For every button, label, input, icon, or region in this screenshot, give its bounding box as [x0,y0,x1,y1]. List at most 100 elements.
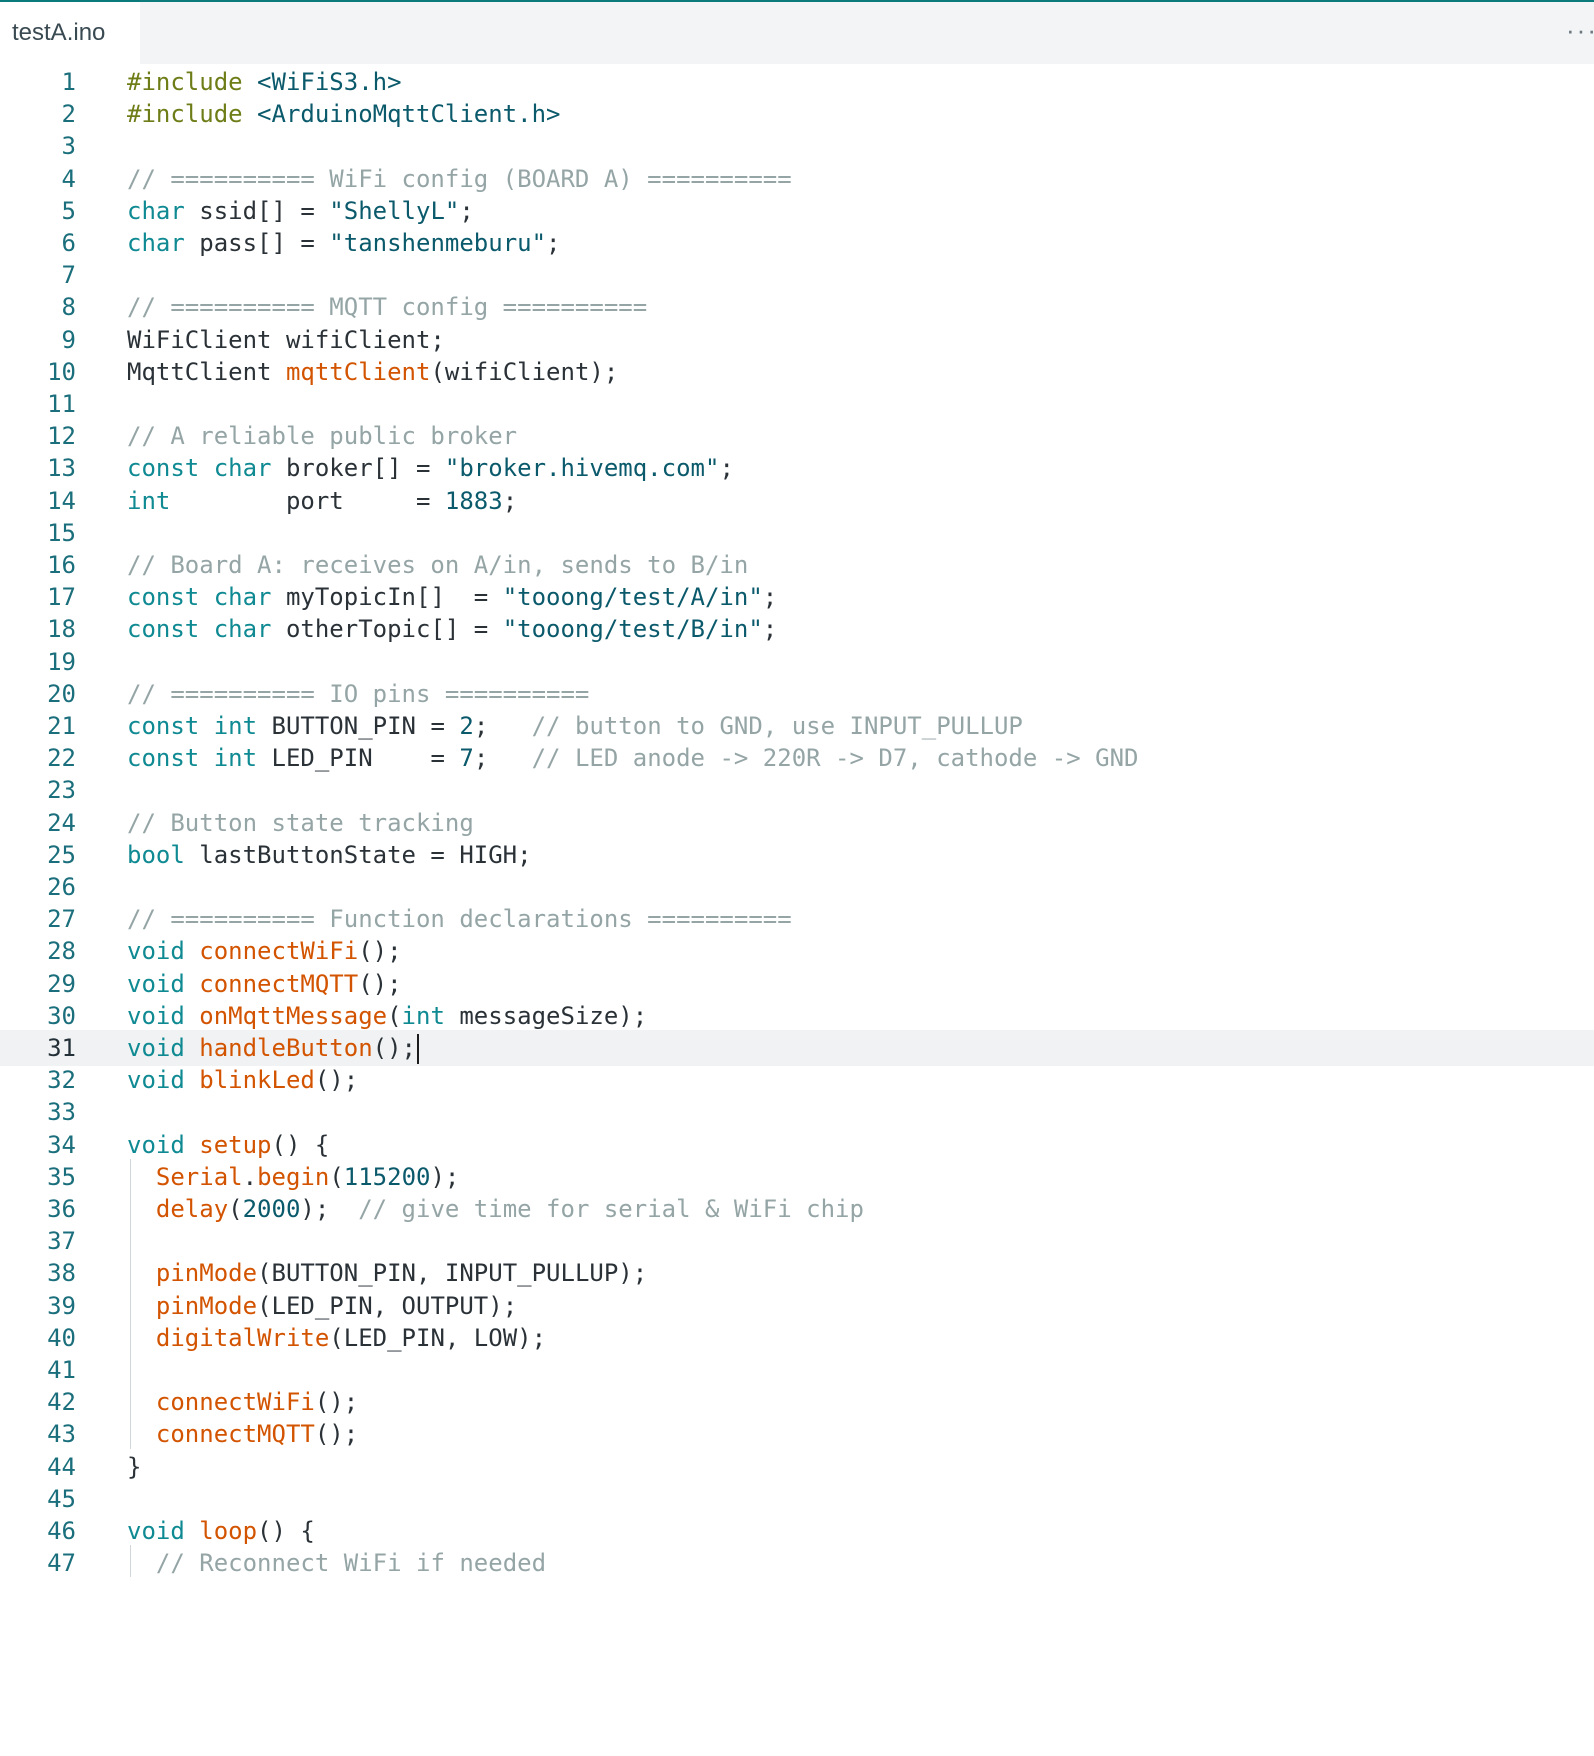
code-line[interactable]: 12 // A reliable public broker [0,418,1594,454]
code-line[interactable]: 30 void onMqttMessage(int messageSize); [0,998,1594,1034]
code-line[interactable]: 8 // ========== MQTT config ========== [0,289,1594,325]
code-line[interactable]: 15 [0,515,1594,551]
code-line[interactable]: 20 // ========== IO pins ========== [0,676,1594,712]
code-line[interactable]: 23 [0,772,1594,808]
code-line[interactable]: 7 [0,257,1594,293]
line-number: 31 [47,1034,76,1062]
code-token: // give time for serial & WiFi chip [358,1195,864,1223]
code-line[interactable]: 32 void blinkLed(); [0,1062,1594,1098]
line-number: 4 [61,164,76,193]
code-line[interactable]: 46 void loop() { [0,1513,1594,1549]
code-line[interactable]: 45 [0,1481,1594,1517]
code-line[interactable]: 10 MqttClient mqttClient(wifiClient); [0,354,1594,390]
code-line[interactable]: 39 pinMode(LED_PIN, OUTPUT); [0,1288,1594,1324]
code-line[interactable]: 38 pinMode(BUTTON_PIN, INPUT_PULLUP); [0,1255,1594,1291]
code-token: MqttClient [127,357,286,386]
code-line[interactable]: 44} [0,1449,1594,1485]
line-number: 47 [47,1549,76,1578]
line-code: void handleButton(); [127,1030,419,1066]
code-line[interactable]: 28 void connectWiFi(); [0,933,1594,969]
code-line[interactable]: 3 [0,128,1594,164]
code-token: int [213,712,258,740]
line-number: 9 [61,325,76,354]
code-line[interactable]: 18 const char otherTopic[] = "tooong/test… [0,611,1594,647]
code-token: ); [300,1195,359,1223]
code-line[interactable]: 17 const char myTopicIn[] = "tooong/test/… [0,579,1594,615]
line-code: bool lastButtonState = HIGH; [127,837,532,873]
code-token: // Board A: receives on A/in, sends to B… [127,551,749,579]
code-line[interactable]: 9 WiFiClient wifiClient; [0,322,1594,358]
code-token: "tanshenmeburu" [329,229,547,257]
line-code: // Board A: receives on A/in, sends to B… [127,547,748,583]
line-number: 11 [47,390,76,418]
code-token: pinMode [155,1291,258,1320]
line-number: 23 [47,776,76,805]
code-token: (BUTTON_PIN, INPUT_PULLUP); [257,1259,648,1288]
line-number: 8 [61,293,76,322]
line-code: #include <ArduinoMqttClient.h> [127,96,560,132]
code-token: // button to GND, use INPUT_PULLUP [531,712,1023,740]
code-token: const [127,744,200,773]
code-line[interactable]: 34 void setup() { [0,1127,1594,1163]
code-line[interactable]: 4 // ========== WiFi config (BOARD A) ===… [0,161,1594,197]
code-token: port = [170,486,445,515]
ellipsis-icon[interactable]: ··· [1566,20,1594,40]
code-line[interactable]: 47 // Reconnect WiFi if needed [0,1545,1594,1581]
code-token: <ArduinoMqttClient.h> [257,100,561,129]
line-number: 30 [47,1001,76,1030]
code-line[interactable]: 6 char pass[] = "tanshenmeburu"; [0,225,1594,261]
code-token: void [127,1130,185,1159]
code-line[interactable]: 19 [0,644,1594,680]
code-line[interactable]: 22 const int LED_PIN = 7; // LED anode ->… [0,740,1594,776]
code-token: delay [155,1195,229,1223]
line-code: char ssid[] = "ShellyL"; [127,193,474,229]
code-line[interactable]: 43 connectMQTT(); [0,1416,1594,1452]
code-token: const [127,583,200,612]
code-line[interactable]: 42 connectWiFi(); [0,1384,1594,1420]
code-line[interactable]: 14 int port = 1883; [0,483,1594,519]
code-line[interactable]: 41 [0,1352,1594,1388]
code-line[interactable]: 26 [0,869,1594,905]
line-number: 32 [47,1066,76,1095]
code-line[interactable]: 5 char ssid[] = "ShellyL"; [0,193,1594,229]
code-token: loop [199,1517,258,1545]
line-code: // ========== WiFi config (BOARD A) ====… [127,161,792,197]
code-line[interactable]: 40 digitalWrite(LED_PIN, LOW); [0,1320,1594,1356]
code-line[interactable]: 1 #include <WiFiS3.h> [0,64,1594,100]
code-token: () { [271,1130,330,1159]
code-line[interactable]: 24 // Button state tracking [0,805,1594,841]
editor-tab-bar: testA.ino ··· [0,2,1594,64]
code-line[interactable]: 31 void handleButton(); [0,1030,1594,1066]
code-editor[interactable]: 1 #include <WiFiS3.h> 2 #include <ArduinoMq… [0,66,1594,1756]
code-line[interactable]: 27 // ========== Function declarations ==… [0,901,1594,937]
code-line[interactable]: 33 [0,1094,1594,1130]
code-line[interactable]: 36 delay(2000); // give time for serial … [0,1191,1594,1227]
line-code: int port = 1883; [127,483,517,519]
code-line[interactable]: 21 const int BUTTON_PIN = 2; // button to… [0,708,1594,744]
code-line[interactable]: 37 [0,1223,1594,1259]
line-number: 7 [61,261,76,290]
code-token: digitalWrite [155,1323,330,1352]
code-token: // Button state tracking [127,808,474,837]
code-line[interactable]: 35 Serial.begin(115200); [0,1159,1594,1195]
code-line[interactable]: 2 #include <ArduinoMqttClient.h> [0,96,1594,132]
code-token: // ========== MQTT config ========== [127,293,648,322]
code-token: BUTTON_PIN = [257,712,460,740]
line-code: const char myTopicIn[] = "tooong/test/A/… [127,579,777,615]
code-token: void [127,1034,185,1062]
code-line[interactable]: 25 bool lastButtonState = HIGH; [0,837,1594,873]
code-line[interactable]: 29 void connectMQTT(); [0,966,1594,1002]
code-token: (LED_PIN, LOW); [329,1323,547,1352]
code-line[interactable]: 16 // Board A: receives on A/in, sends to… [0,547,1594,583]
code-line[interactable]: 13 const char broker[] = "broker.hivemq.c… [0,450,1594,486]
code-token: broker[] = [271,454,445,483]
line-code: // Reconnect WiFi if needed [127,1545,546,1581]
line-number: 5 [61,196,76,225]
tab-testA-ino[interactable]: testA.ino [0,2,140,64]
code-line[interactable]: 11 [0,386,1594,422]
